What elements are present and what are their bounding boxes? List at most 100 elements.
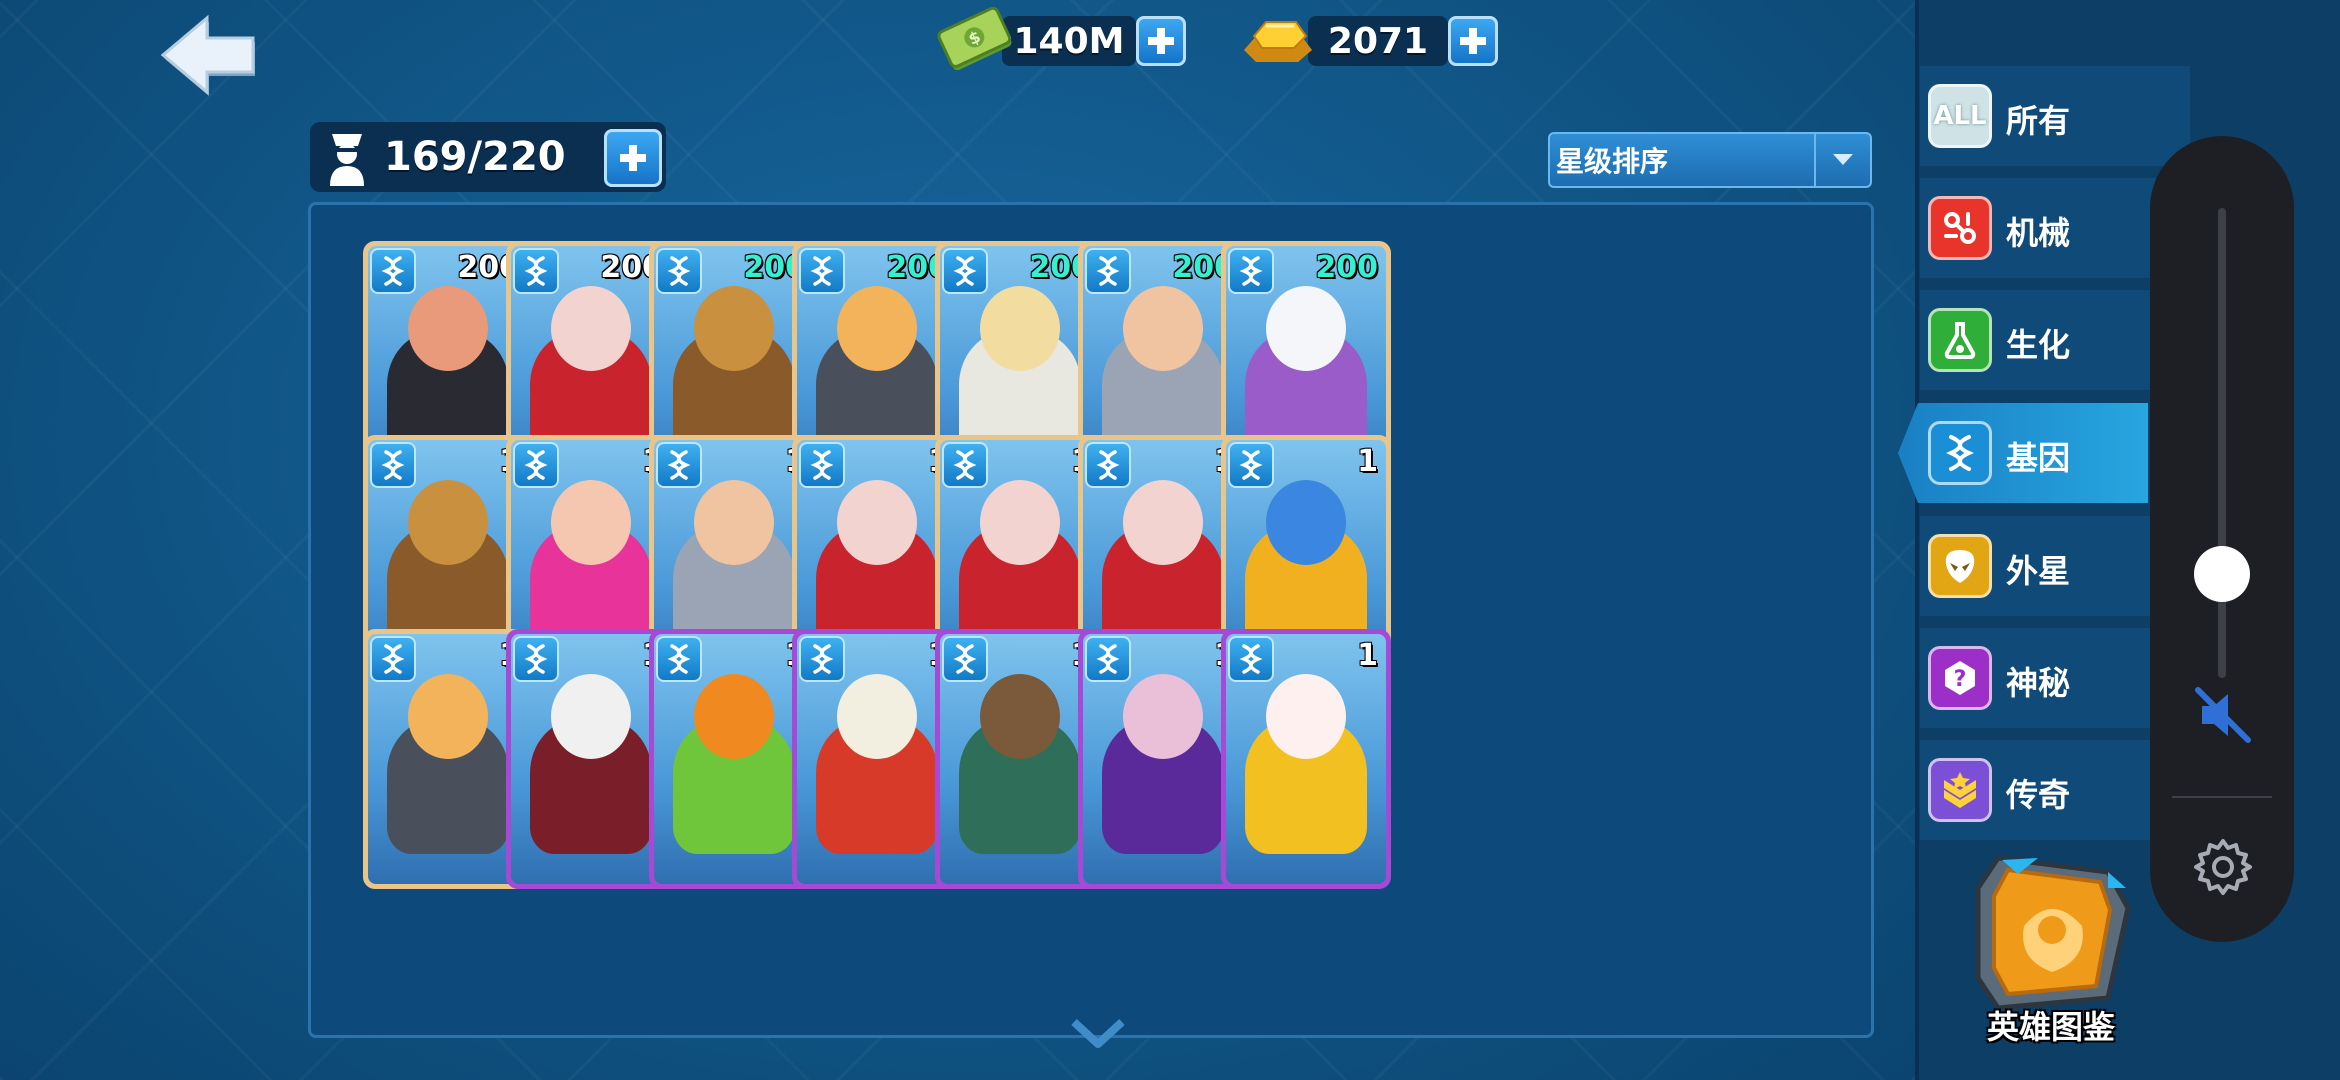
hero-face [837,480,917,565]
scroll-down-icon [1071,1019,1125,1048]
dna-icon [942,248,988,294]
gold-display: 2071 [1238,12,1498,70]
category-label: 神秘 [2006,664,2071,702]
category-label: 基因 [2006,439,2071,477]
hero-portrait: 1 [511,634,671,884]
dna-icon [370,248,416,294]
hero-handbook-button[interactable]: 英雄图鉴 [1958,848,2144,1048]
category-all[interactable]: ALL 所有 [1920,66,2190,166]
plus-icon [620,145,646,171]
chevron-down-icon [1814,134,1870,186]
volume-slider-track[interactable] [2218,208,2226,678]
category-label: 生化 [2006,326,2071,364]
category-label: 外星 [2006,552,2071,590]
gear-icon [2194,839,2252,895]
speaker-muted-icon [2195,687,2251,743]
hero-face [1266,286,1346,371]
sort-dropdown[interactable]: 星级排序 [1548,132,1872,188]
mystery-icon: ? [1928,646,1992,710]
gold-bar-icon [1244,21,1312,62]
hero-portrait: 1 [797,634,957,884]
dna-icon [513,442,559,488]
hero-face [408,286,488,371]
plus-icon [1148,28,1174,54]
expand-capacity-button[interactable] [604,129,662,187]
category-dna[interactable]: 基因 [1898,403,2148,503]
dna-icon [656,442,702,488]
hero-face [551,286,631,371]
dna-icon [370,636,416,682]
capacity-count: 169/220 [384,134,566,180]
back-button[interactable] [155,10,260,100]
hero-face [1123,286,1203,371]
dna-icon [1228,248,1274,294]
sound-settings-button[interactable] [2192,836,2254,898]
hero-face [980,286,1060,371]
back-arrow-icon [160,14,255,96]
category-label: 传奇 [2006,776,2071,814]
hero-face [408,480,488,565]
hero-portrait: 1 [1083,634,1243,884]
hero-card[interactable]: 1 [1221,629,1391,889]
alien-icon [1928,534,1992,598]
dna-icon [513,248,559,294]
hero-face [694,674,774,759]
dna-icon [370,442,416,488]
dna-icon [1085,442,1131,488]
handbook-label: 英雄图鉴 [1986,1008,2115,1046]
dna-icon [942,636,988,682]
hero-face [837,674,917,759]
sort-dropdown-label: 星级排序 [1556,145,1669,178]
dna-icon [942,442,988,488]
hero-face [837,286,917,371]
dna-icon [656,248,702,294]
add-gold-button[interactable] [1448,16,1498,66]
dna-icon [1228,442,1274,488]
hero-portrait: 1 [1226,634,1386,884]
dna-icon [656,636,702,682]
hero-face [980,480,1060,565]
hero-bust-icon [330,134,364,186]
hero-portrait: 1 [940,634,1100,884]
hero-face [1266,480,1346,565]
dna-icon [1085,248,1131,294]
volume-panel [2150,136,2294,942]
hero-face [694,480,774,565]
mute-button[interactable] [2192,684,2254,746]
hero-level: 1 [1357,444,1378,479]
hero-face [980,674,1060,759]
volume-divider [2172,796,2272,798]
all-icon-text: ALL [1933,101,1987,131]
hero-face [551,480,631,565]
hero-face [1123,674,1203,759]
flask-icon [1928,308,1992,372]
handbook-icon [1975,855,2131,1011]
hero-level: 1 [1357,638,1378,673]
category-label: 所有 [2006,102,2071,140]
dna-icon [1085,636,1131,682]
hero-portrait: 1 [654,634,814,884]
cash-icon: $ [937,6,1012,71]
hero-capacity: 169/220 [310,122,666,192]
hero-grid: 200★★★★200★★★★200★★★★★200★★★★★200★★★★★20… [308,202,1874,1038]
legend-icon [1928,758,1992,822]
dna-icon [799,636,845,682]
all-icon: ALL [1928,84,1992,148]
dna-icon [799,248,845,294]
hero-level: 200 [1315,250,1378,285]
hero-face [408,674,488,759]
dna-icon [1928,421,1992,485]
cash-display: $ 140M [936,6,1186,71]
gold-amount: 2071 [1308,16,1448,66]
mech-icon [1928,196,1992,260]
hero-portrait: 1 [368,634,528,884]
hero-face [1123,480,1203,565]
dna-icon [513,636,559,682]
add-cash-button[interactable] [1136,16,1186,66]
volume-slider-handle[interactable] [2194,546,2250,602]
plus-icon [1460,28,1486,54]
hero-face [1266,674,1346,759]
category-label: 机械 [2006,214,2071,252]
svg-text:?: ? [1954,667,1967,692]
dna-icon [799,442,845,488]
